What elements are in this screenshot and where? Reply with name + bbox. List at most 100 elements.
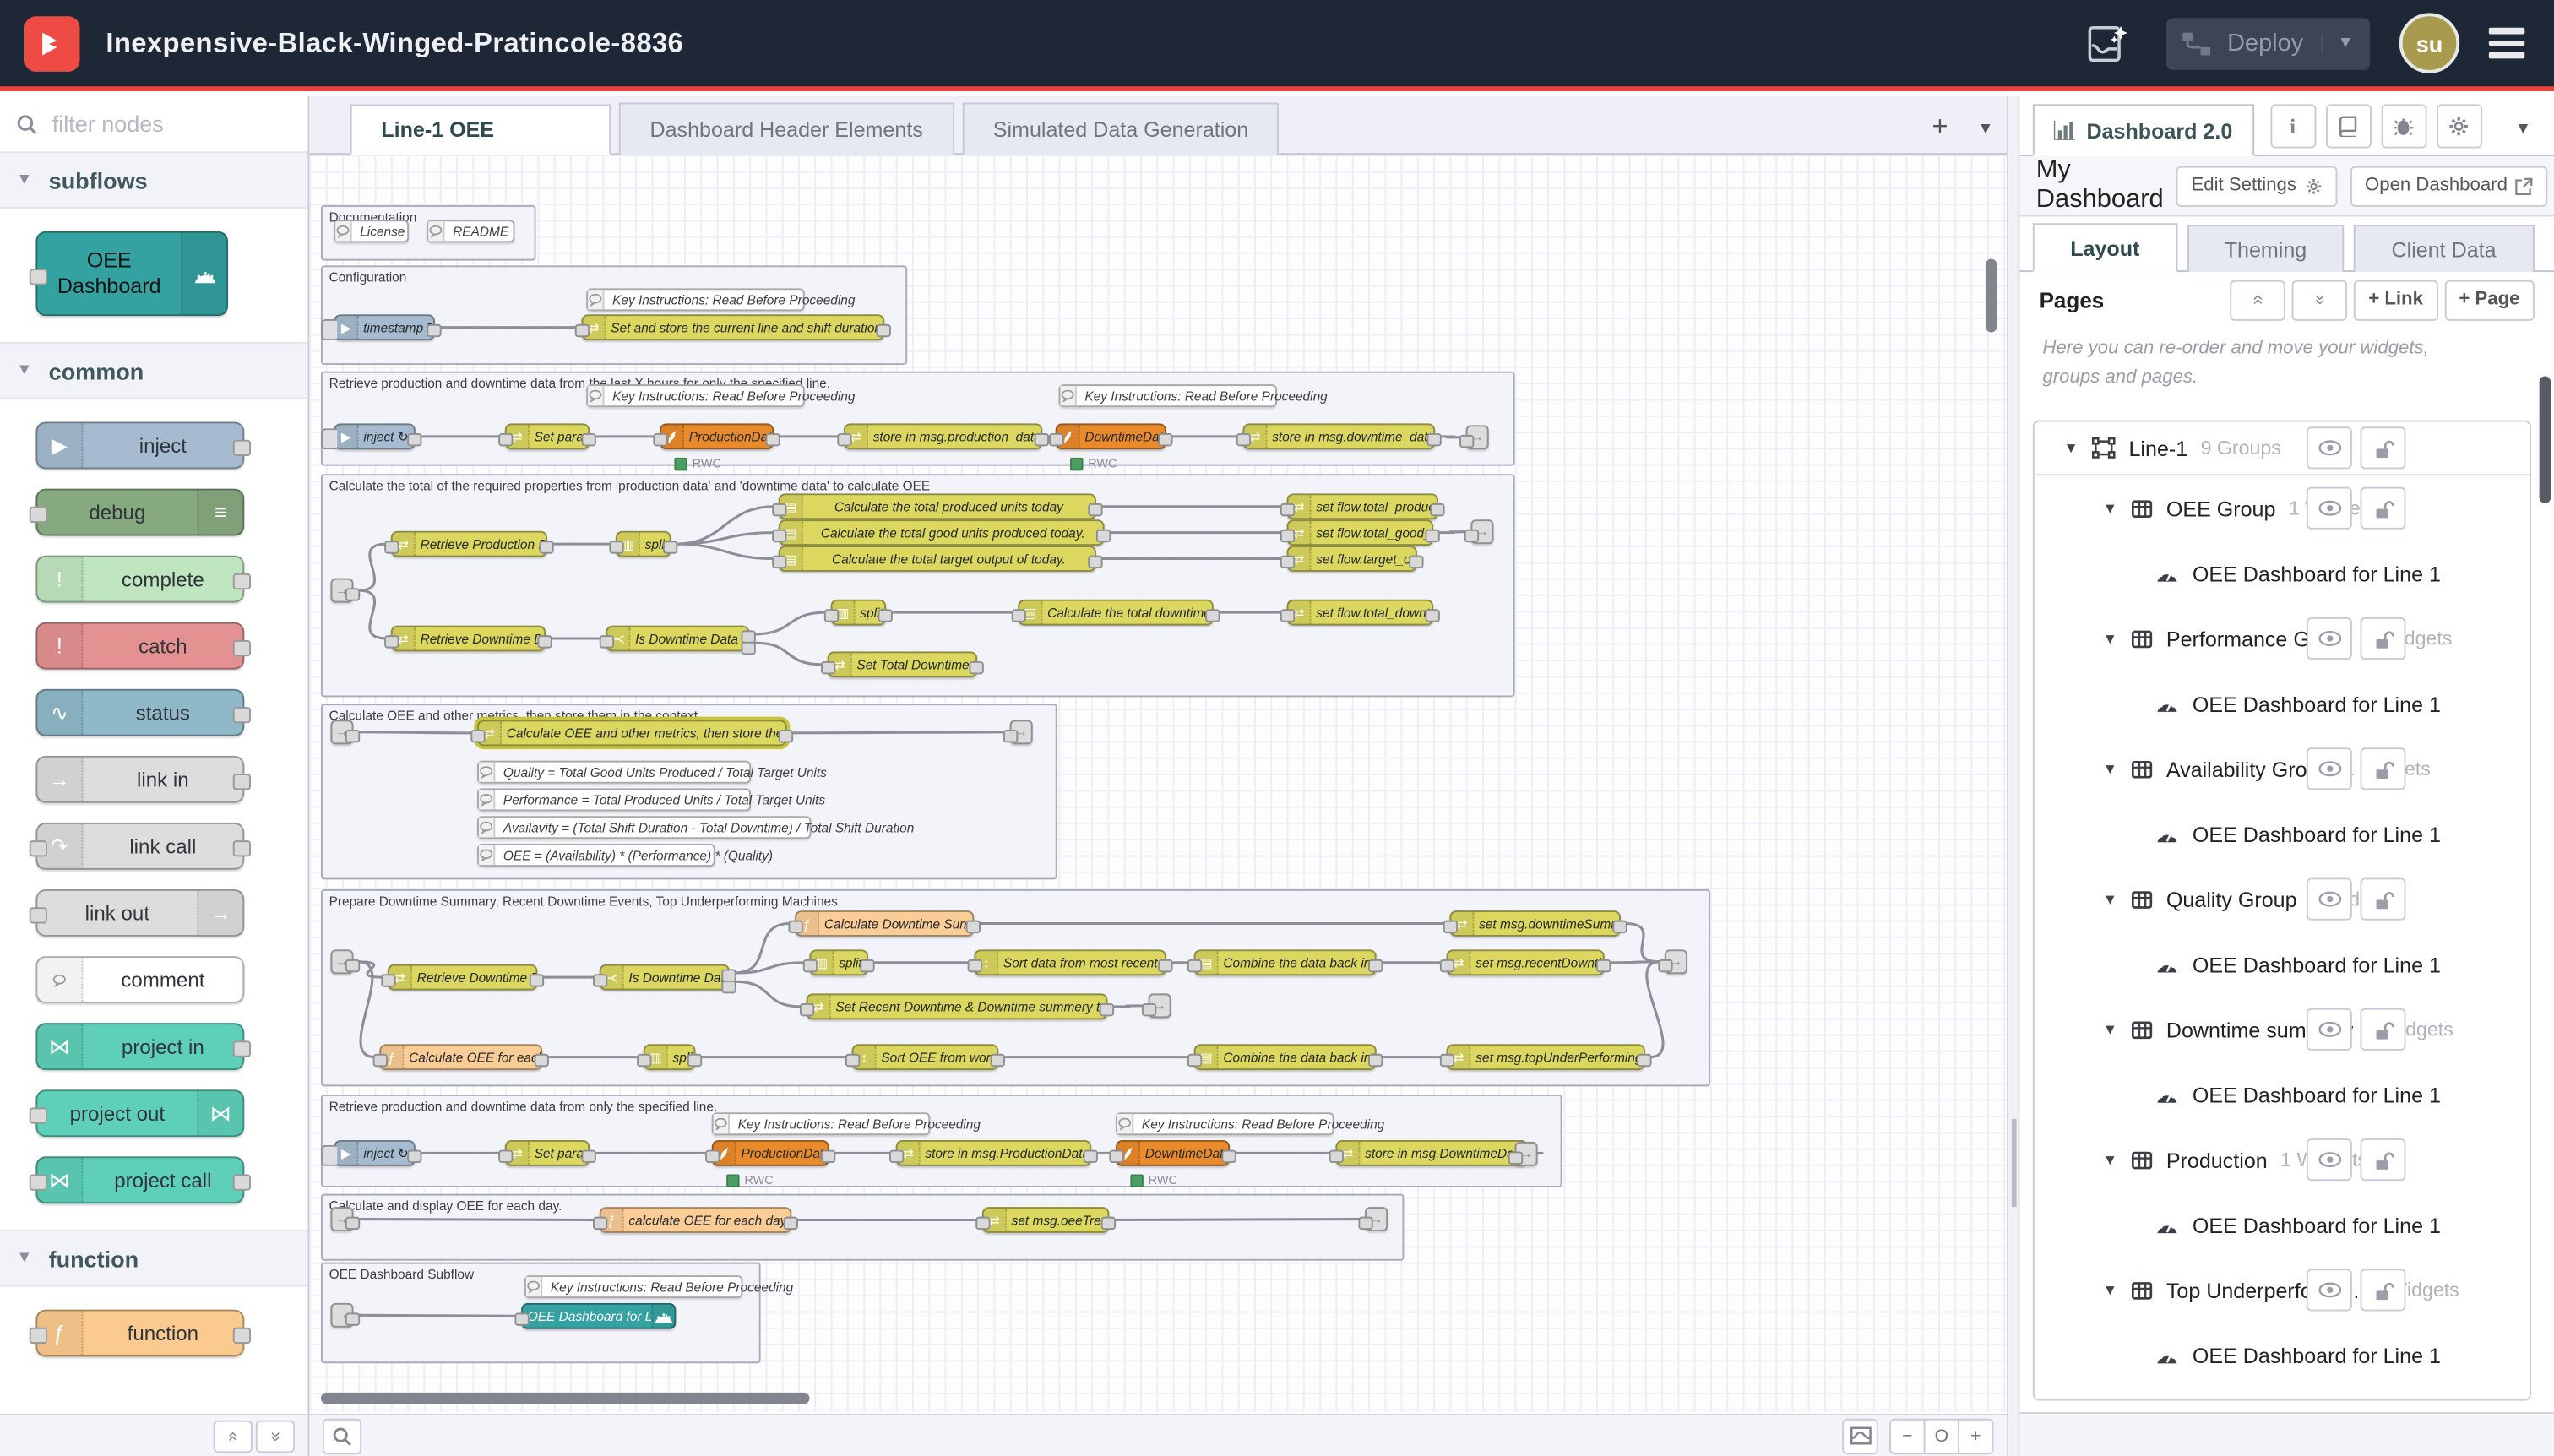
output-port[interactable] — [1221, 1150, 1236, 1163]
input-port[interactable] — [705, 1150, 720, 1163]
flow-node-switch[interactable]: YIs Downtime Data Empty? — [606, 626, 749, 652]
flow-node-sort[interactable]: ↕Sort OEE from worst to best — [852, 1044, 999, 1070]
flow-tab-Line-1-OEE[interactable]: Line-1 OEE — [350, 104, 611, 155]
add-link-button[interactable]: + Link — [2354, 280, 2437, 320]
output-port[interactable] — [1205, 609, 1220, 622]
palette-node-link-call[interactable]: ↷link call — [35, 823, 244, 870]
input-port[interactable] — [975, 1217, 990, 1230]
visibility-eye-button[interactable] — [2307, 877, 2352, 920]
input-port[interactable] — [498, 1150, 513, 1163]
visibility-eye-button[interactable] — [2307, 426, 2352, 469]
flow-node-calc[interactable]: ▤Calculate the total target output of to… — [779, 546, 1096, 572]
output-port-2[interactable] — [721, 980, 736, 992]
port[interactable] — [1142, 1002, 1156, 1015]
flow-node-change[interactable]: ⇄store in msg.DowntimeData — [1335, 1140, 1528, 1166]
sidebar-options-caret[interactable]: ▼ — [2515, 121, 2541, 139]
port[interactable] — [345, 1216, 360, 1229]
output-port[interactable] — [878, 609, 892, 622]
add-flow-button[interactable]: + — [1916, 111, 1964, 153]
output-port[interactable] — [535, 1054, 549, 1067]
flow-node-split[interactable]: ▥split — [831, 600, 887, 626]
unlock-button[interactable] — [2360, 426, 2405, 469]
comment-node[interactable]: Availavity = (Total Shift Duration - Tot… — [477, 816, 811, 839]
input-port[interactable] — [788, 921, 802, 933]
flow-node-change[interactable]: ⇄Calculate OEE and other metrics, then s… — [477, 720, 786, 746]
output-port[interactable] — [530, 974, 544, 986]
user-avatar[interactable]: su — [2399, 13, 2459, 73]
output-port[interactable] — [233, 840, 251, 856]
flow-node-split[interactable]: ▥split — [809, 949, 867, 975]
output-port[interactable] — [821, 1150, 835, 1163]
flow-node-funcpeach[interactable]: ƒcalculate OEE for each day — [600, 1207, 792, 1233]
visibility-eye-button[interactable] — [2307, 1269, 2352, 1311]
link-in-node[interactable]: → — [330, 720, 353, 744]
flow-node-change[interactable]: ⇄set msg.oeeTrend — [982, 1207, 1109, 1233]
flow-node-orange[interactable]: DowntimeDataRWC — [1056, 423, 1166, 449]
zoom-in-button[interactable]: + — [1958, 1418, 1993, 1453]
output-port-1[interactable] — [741, 629, 755, 642]
output-port[interactable] — [407, 433, 421, 446]
unlock-button[interactable] — [2360, 747, 2405, 790]
input-port[interactable] — [30, 1328, 47, 1344]
output-port[interactable] — [407, 1150, 421, 1163]
output-port[interactable] — [581, 433, 595, 446]
link-out-node[interactable]: → — [1365, 1207, 1388, 1231]
flow-node-change[interactable]: ⇄Set Recent Downtime & Downtime summery … — [807, 993, 1108, 1019]
tree-widget-row[interactable]: OEE Dashboard for Line 1 — [2035, 541, 2530, 606]
navigator-toggle-button[interactable] — [1842, 1418, 1877, 1453]
flow-node-sort[interactable]: ↕Sort data from most recent to oldest — [974, 949, 1166, 975]
visibility-eye-button[interactable] — [2307, 617, 2352, 660]
output-port[interactable] — [233, 1328, 251, 1344]
input-port[interactable] — [575, 324, 590, 337]
input-port[interactable] — [30, 507, 47, 523]
tree-widget-row[interactable]: OEE Dashboard for Line 1 — [2035, 671, 2530, 736]
unlock-button[interactable] — [2360, 487, 2405, 530]
output-port[interactable] — [969, 661, 983, 674]
flow-node-change[interactable]: ⇄set msg.topUnderPerformingMachines — [1447, 1044, 1645, 1070]
comment-node[interactable]: OEE = (Availability) * (Performance) * (… — [477, 844, 715, 867]
output-port-1[interactable] — [721, 969, 736, 981]
flow-node-change[interactable]: ⇄store in msg.downtime_data — [1242, 423, 1435, 449]
output-port[interactable] — [233, 573, 251, 589]
link-in-node[interactable]: → — [330, 949, 353, 974]
debug-bug-icon[interactable] — [2381, 104, 2426, 148]
flow-node-change[interactable]: ⇄set msg.recentDowntime — [1447, 949, 1605, 975]
link-in-node[interactable]: → — [330, 1207, 353, 1231]
palette-filter[interactable] — [0, 96, 307, 153]
palette-node-link-in[interactable]: →link in — [35, 756, 244, 803]
flow-node-change[interactable]: ⇄store in msg.production_data — [844, 423, 1042, 449]
comment-node[interactable]: Key Instructions: Read Before Proceeding — [1059, 384, 1277, 407]
input-port[interactable] — [384, 541, 399, 553]
output-port[interactable] — [1101, 1217, 1116, 1230]
flow-node-subflowNode[interactable]: OEE Dashboard for Line 1 — [521, 1303, 676, 1329]
filter-nodes-input[interactable] — [49, 109, 267, 139]
link-in-node[interactable]: → — [330, 1303, 353, 1328]
link-in-node[interactable]: → — [330, 579, 353, 603]
expand-all-categories-button[interactable]: » — [256, 1420, 295, 1453]
input-port[interactable] — [845, 1054, 860, 1067]
info-tab-icon[interactable]: i — [2270, 104, 2316, 148]
output-port[interactable] — [427, 324, 441, 337]
palette-node-link-out[interactable]: link out→ — [35, 889, 244, 937]
port[interactable] — [1459, 434, 1474, 447]
input-port[interactable] — [824, 609, 839, 622]
output-port[interactable] — [1158, 959, 1172, 972]
sidebar-resize-gutter[interactable] — [2007, 96, 2019, 1456]
comment-node[interactable]: README — [427, 220, 514, 242]
output-port[interactable] — [860, 959, 874, 972]
output-port[interactable] — [1596, 959, 1611, 972]
input-port[interactable] — [821, 661, 835, 674]
output-port[interactable] — [966, 921, 981, 933]
output-port[interactable] — [1088, 556, 1102, 568]
input-port[interactable] — [1280, 609, 1295, 622]
tree-widget-row[interactable]: OEE Dashboard for Line 1 — [2035, 801, 2530, 867]
link-out-node[interactable]: → — [1515, 1142, 1538, 1166]
flow-group[interactable]: Calculate and display OEE for each day. — [321, 1194, 1404, 1261]
comment-node[interactable]: Key Instructions: Read Before Proceeding — [586, 384, 804, 407]
tree-group-row[interactable]: ▼Quality Group1 Widgets — [2035, 867, 2530, 932]
output-port[interactable] — [581, 1150, 595, 1163]
link-out-node[interactable]: → — [1665, 949, 1687, 974]
flow-node-change[interactable]: ⇄set flow.total_downtime — [1287, 600, 1434, 626]
input-port[interactable] — [30, 1107, 47, 1123]
flow-node-change[interactable]: ⇄Set params — [505, 423, 590, 449]
